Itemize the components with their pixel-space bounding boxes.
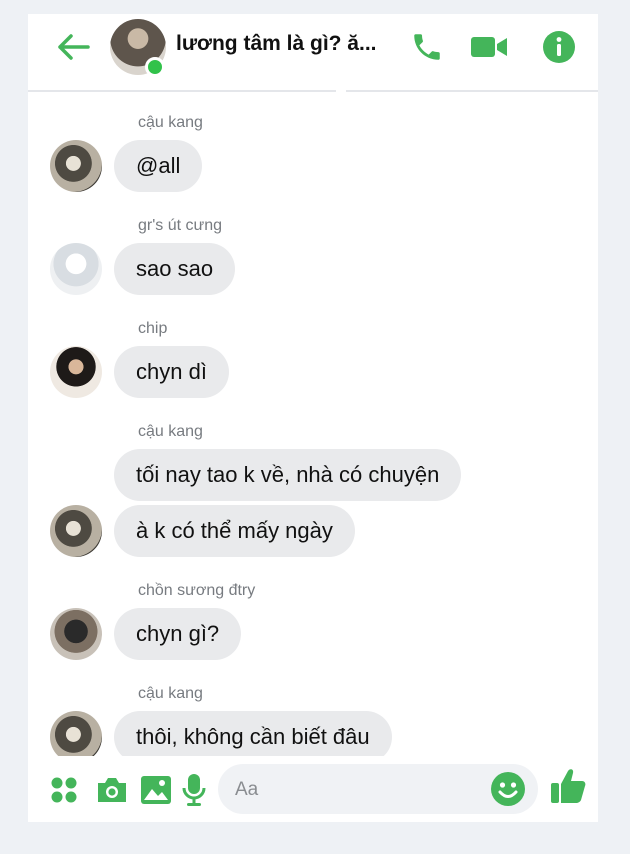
header-divider bbox=[346, 90, 598, 92]
message-bubble[interactable]: @all bbox=[114, 140, 203, 192]
phone-screen: lương tâm là gì? ă... cậu kang @all gr's… bbox=[28, 14, 598, 822]
message-bubble[interactable]: à k có thể mấy ngày bbox=[114, 505, 355, 557]
sender-name: cậu kang bbox=[138, 423, 203, 440]
sender-name: cậu kang bbox=[138, 114, 203, 131]
message-bubble[interactable]: tối nay tao k về, nhà có chuyện bbox=[114, 449, 462, 501]
apps-grid-icon[interactable] bbox=[46, 772, 82, 808]
sender-name: gr's út cưng bbox=[138, 217, 223, 234]
conversation-title[interactable]: lương tâm là gì? ă... bbox=[176, 32, 401, 56]
phone-icon[interactable] bbox=[406, 26, 448, 68]
message-list[interactable]: cậu kang @all gr's út cưng sao sao chip … bbox=[28, 94, 598, 763]
sender-name: chip bbox=[138, 320, 168, 337]
header-divider bbox=[28, 90, 336, 92]
online-status-dot bbox=[145, 57, 165, 77]
emoji-icon[interactable] bbox=[490, 771, 526, 807]
sender-name: cậu kang bbox=[138, 685, 203, 702]
avatar[interactable] bbox=[50, 505, 102, 557]
avatar[interactable] bbox=[50, 243, 102, 295]
info-icon[interactable] bbox=[538, 26, 580, 68]
back-arrow-icon[interactable] bbox=[54, 32, 94, 62]
message-input-placeholder: Aa bbox=[235, 779, 259, 800]
message-bubble[interactable]: sao sao bbox=[114, 243, 236, 295]
message-bubble[interactable]: chyn gì? bbox=[114, 608, 242, 660]
message-input[interactable]: Aa bbox=[218, 764, 538, 814]
image-icon[interactable] bbox=[138, 772, 174, 808]
avatar[interactable] bbox=[50, 346, 102, 398]
video-camera-icon[interactable] bbox=[468, 26, 510, 68]
camera-icon[interactable] bbox=[94, 772, 130, 808]
message-bubble[interactable]: chyn dì bbox=[114, 346, 229, 398]
thumbs-up-icon[interactable] bbox=[550, 768, 586, 804]
composer-bar: Aa bbox=[28, 756, 598, 822]
chat-header: lương tâm là gì? ă... bbox=[28, 14, 598, 92]
sender-name: chồn sương đtry bbox=[138, 582, 256, 599]
avatar[interactable] bbox=[50, 608, 102, 660]
avatar[interactable] bbox=[50, 140, 102, 192]
microphone-icon[interactable] bbox=[176, 772, 212, 808]
